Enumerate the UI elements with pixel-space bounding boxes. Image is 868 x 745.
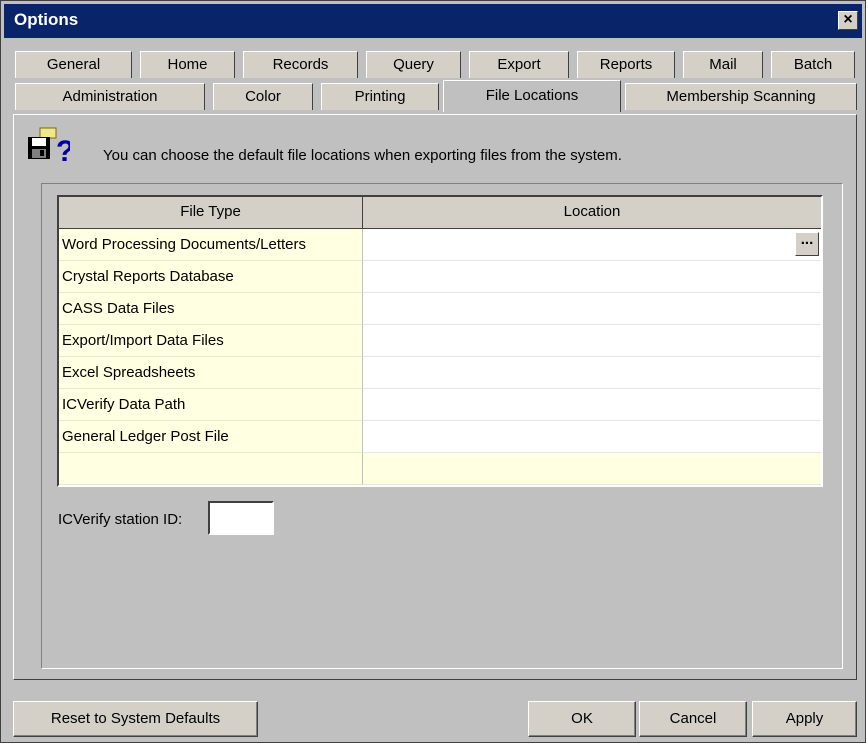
location-cell[interactable] <box>363 389 821 421</box>
tab-records[interactable]: Records <box>243 51 358 78</box>
tab-home[interactable]: Home <box>140 51 235 78</box>
file-type-cell: CASS Data Files <box>59 293 363 325</box>
tab-label: Home <box>167 56 208 73</box>
tab-label: Membership Scanning <box>666 88 816 105</box>
tab-query[interactable]: Query <box>366 51 461 78</box>
file-type-cell: Word Processing Documents/Letters <box>59 229 363 261</box>
info-text: You can choose the default file location… <box>103 147 622 164</box>
location-cell[interactable]: ... <box>363 229 821 261</box>
cancel-button[interactable]: Cancel <box>639 701 747 737</box>
file-type-cell: Excel Spreadsheets <box>59 357 363 389</box>
tab-label: Mail <box>709 56 737 73</box>
file-type-cell: Crystal Reports Database <box>59 261 363 293</box>
tab-row-2: Administration Color Printing File Locat… <box>13 80 857 112</box>
tab-label: Printing <box>354 88 406 105</box>
tab-administration[interactable]: Administration <box>15 83 205 110</box>
tab-label: Batch <box>793 56 833 73</box>
table-row[interactable]: CASS Data Files <box>59 293 821 325</box>
tab-label: Records <box>272 56 329 73</box>
location-cell[interactable] <box>363 325 821 357</box>
ok-button[interactable]: OK <box>528 701 636 737</box>
window-title: Options <box>14 10 79 29</box>
svg-text:?: ? <box>56 135 70 168</box>
file-type-cell: ICVerify Data Path <box>59 389 363 421</box>
tab-label: Query <box>393 56 434 73</box>
tab-row-1: General Home Records Query Export Report… <box>13 51 857 78</box>
tab-membership-scanning[interactable]: Membership Scanning <box>625 83 857 110</box>
disk-question-icon: ? <box>28 127 70 168</box>
tab-label: Color <box>245 88 281 105</box>
title-bar[interactable]: Options × <box>4 4 862 38</box>
tab-mail[interactable]: Mail <box>683 51 763 78</box>
tab-label: General <box>46 56 101 73</box>
tab-label: Export <box>497 56 541 73</box>
tab-export[interactable]: Export <box>469 51 569 78</box>
column-header-location[interactable]: Location <box>363 197 821 229</box>
station-id-label: ICVerify station ID: <box>58 511 183 528</box>
file-type-cell: General Ledger Post File <box>59 421 363 453</box>
table-row[interactable]: Excel Spreadsheets <box>59 357 821 389</box>
tab-general[interactable]: General <box>15 51 132 78</box>
location-cell[interactable] <box>363 453 821 485</box>
grid-header: File Type Location <box>59 197 821 229</box>
tab-label: File Locations <box>485 87 579 104</box>
browse-button[interactable]: ... <box>795 232 819 256</box>
file-type-cell <box>59 453 363 485</box>
location-cell[interactable] <box>363 261 821 293</box>
close-button[interactable]: × <box>838 11 858 30</box>
table-row[interactable]: Word Processing Documents/Letters ... <box>59 229 821 261</box>
file-type-cell: Export/Import Data Files <box>59 325 363 357</box>
station-id-input[interactable] <box>208 501 274 535</box>
location-cell[interactable] <box>363 357 821 389</box>
table-row[interactable]: Export/Import Data Files <box>59 325 821 357</box>
tab-file-locations[interactable]: File Locations <box>443 80 621 112</box>
table-row[interactable]: Crystal Reports Database <box>59 261 821 293</box>
tab-reports[interactable]: Reports <box>577 51 675 78</box>
table-row[interactable]: General Ledger Post File <box>59 421 821 453</box>
options-window: Options × General Home Records Query Exp… <box>0 0 866 743</box>
apply-button[interactable]: Apply <box>752 701 857 737</box>
tab-printing[interactable]: Printing <box>321 83 439 110</box>
file-locations-grid: File Type Location Word Processing Docum… <box>57 195 823 487</box>
tab-label: Reports <box>599 56 653 73</box>
table-row[interactable]: ICVerify Data Path <box>59 389 821 421</box>
tab-label: Administration <box>62 88 158 105</box>
tab-batch[interactable]: Batch <box>771 51 855 78</box>
reset-defaults-button[interactable]: Reset to System Defaults <box>13 701 258 737</box>
column-header-file-type[interactable]: File Type <box>59 197 363 229</box>
table-row-new[interactable] <box>59 453 821 485</box>
location-cell[interactable] <box>363 421 821 453</box>
tab-color[interactable]: Color <box>213 83 313 110</box>
location-cell[interactable] <box>363 293 821 325</box>
